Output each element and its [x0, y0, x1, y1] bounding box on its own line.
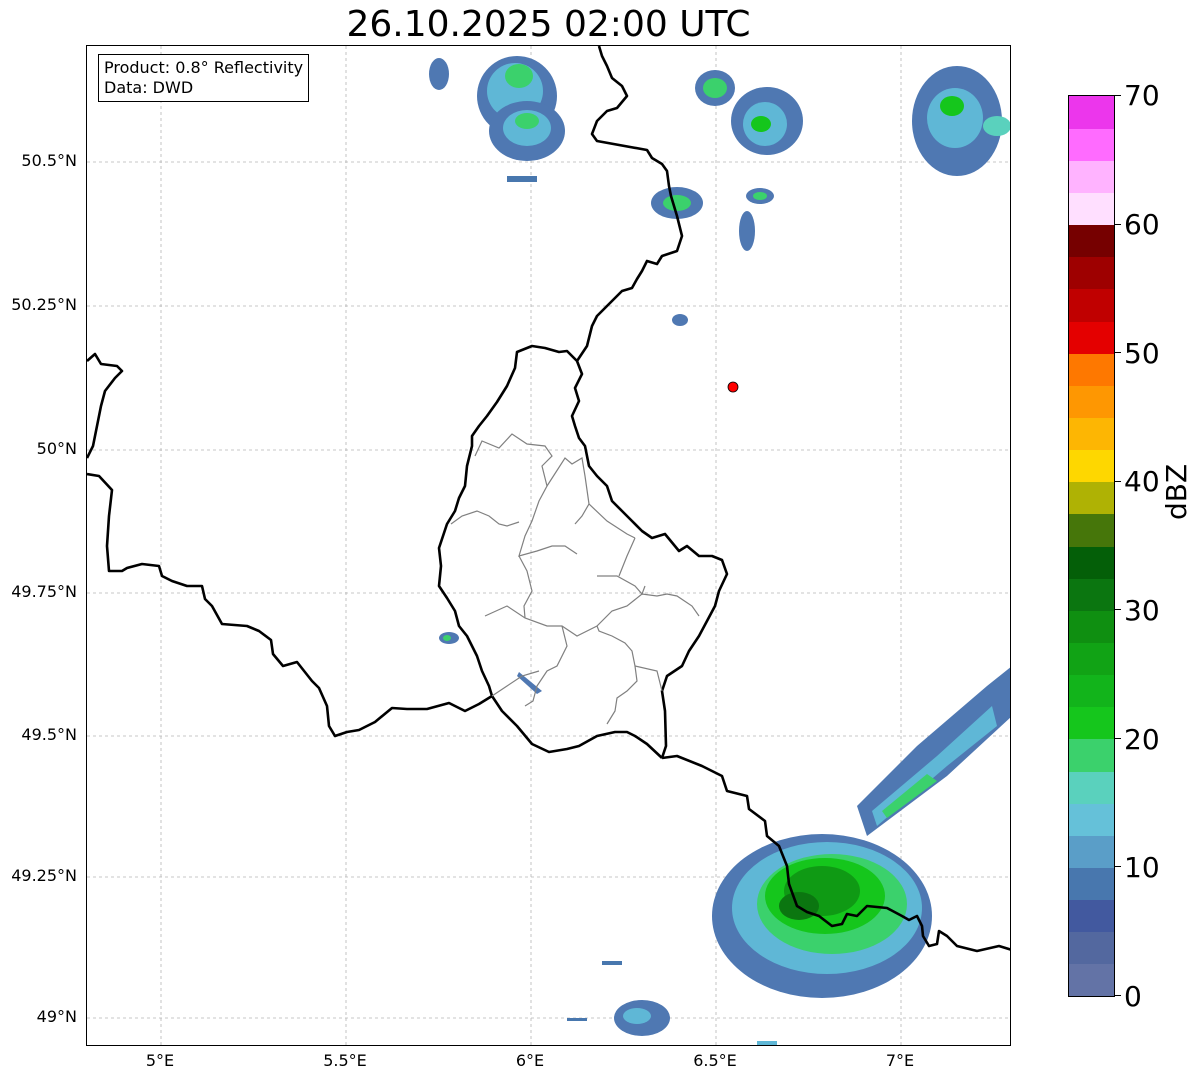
colorbar-segment: [1069, 481, 1114, 515]
colorbar-tick-mark: [1115, 737, 1121, 739]
colorbar-tick-label: 40: [1124, 465, 1160, 498]
colorbar-segment: [1069, 546, 1114, 579]
lat-tick-label: 50.5°N: [21, 151, 77, 170]
admin-line-7: [618, 537, 636, 577]
colorbar-tick-mark: [1115, 609, 1121, 611]
colorbar-segment: [1069, 931, 1114, 965]
radar-echoes: [429, 56, 1010, 1045]
colorbar-segment: [1069, 803, 1114, 836]
product-info-box: Product: 0.8° Reflectivity Data: DWD: [98, 54, 310, 102]
colorbar-segment: [1069, 642, 1114, 676]
colorbar-tick-mark: [1115, 95, 1121, 96]
colorbar-tick-mark: [1115, 480, 1121, 482]
border-south-belgium-france: [87, 472, 493, 738]
admin-line-8: [484, 593, 700, 637]
colorbar-segment: [1069, 160, 1114, 194]
colorbar-segment: [1069, 899, 1114, 933]
colorbar-segment: [1069, 449, 1114, 483]
colorbar-tick-mark: [1115, 995, 1121, 996]
admin-line-5: [518, 555, 533, 619]
colorbar-segment: [1069, 96, 1114, 129]
lat-tick-label: 50.25°N: [11, 295, 77, 314]
colorbar-segment: [1069, 963, 1114, 996]
colorbar-tick-label: 30: [1124, 594, 1160, 627]
colorbar-segment: [1069, 706, 1114, 740]
admin-line-1: [474, 433, 578, 557]
colorbar-segment: [1069, 513, 1114, 547]
colorbar-segment: [1069, 224, 1114, 258]
colorbar-tick-label: 10: [1124, 851, 1160, 884]
colorbar-tick-label: 70: [1124, 79, 1160, 112]
admin-line-11: [634, 665, 663, 692]
colorbar-segment: [1069, 867, 1114, 901]
lat-tick-label: 49°N: [36, 1007, 77, 1026]
colorbar-tick-label: 50: [1124, 337, 1160, 370]
admin-line-10: [596, 625, 638, 725]
colorbar-tick-mark: [1115, 223, 1121, 225]
colorbar-segment: [1069, 610, 1114, 644]
border-west-segment-1: [87, 352, 124, 459]
echo-cell-southeast: [567, 667, 1010, 1045]
colorbar-segment: [1069, 578, 1114, 611]
admin-line-2: [450, 510, 520, 527]
admin-line-4: [574, 503, 636, 539]
colorbar-segment: [1069, 353, 1114, 386]
data-source-label: Data: DWD: [104, 78, 194, 97]
border-luxembourg: [437, 344, 729, 759]
colorbar-segment: [1069, 771, 1114, 804]
colorbar: [1068, 95, 1115, 997]
admin-line-6: [597, 575, 646, 596]
map-title: 26.10.2025 02:00 UTC: [346, 4, 751, 45]
lon-tick-label: 5°E: [145, 1051, 175, 1070]
border-lux-france: [490, 695, 663, 759]
lon-tick-label: 6°E: [515, 1051, 545, 1070]
colorbar-segment: [1069, 192, 1114, 226]
product-label: Product: 0.8° Reflectivity: [104, 58, 304, 77]
colorbar-segment: [1069, 417, 1114, 451]
lat-tick-label: 49.25°N: [11, 866, 77, 885]
colorbar-tick-label: 0: [1124, 980, 1142, 1013]
lat-tick-label: 49.5°N: [21, 725, 77, 744]
colorbar-tick-label: 60: [1124, 208, 1160, 241]
colorbar-segment: [1069, 321, 1114, 354]
colorbar-unit-label: dBZ: [1160, 463, 1193, 520]
lon-tick-label: 5.5°E: [323, 1051, 367, 1070]
colorbar-tick-mark: [1115, 352, 1121, 354]
radar-map[interactable]: [86, 45, 1011, 1046]
colorbar-segment: [1069, 256, 1114, 290]
echo-cells-north: [429, 56, 1010, 694]
colorbar-segment: [1069, 128, 1114, 161]
colorbar-segment: [1069, 385, 1114, 419]
admin-line-3: [546, 457, 590, 505]
colorbar-segment: [1069, 288, 1114, 322]
admin-boundaries: [450, 433, 700, 725]
colorbar-tick-mark: [1115, 866, 1121, 868]
colorbar-segment: [1069, 738, 1114, 772]
lon-tick-label: 6.5°E: [693, 1051, 737, 1070]
map-canvas: [87, 46, 1010, 1045]
radar-site-marker[interactable]: [727, 381, 739, 393]
lat-tick-label: 49.75°N: [11, 582, 77, 601]
colorbar-segment: [1069, 674, 1114, 708]
colorbar-segment: [1069, 835, 1114, 869]
lon-tick-label: 7°E: [885, 1051, 915, 1070]
colorbar-tick-label: 20: [1124, 723, 1160, 756]
lat-tick-label: 50°N: [36, 439, 77, 458]
